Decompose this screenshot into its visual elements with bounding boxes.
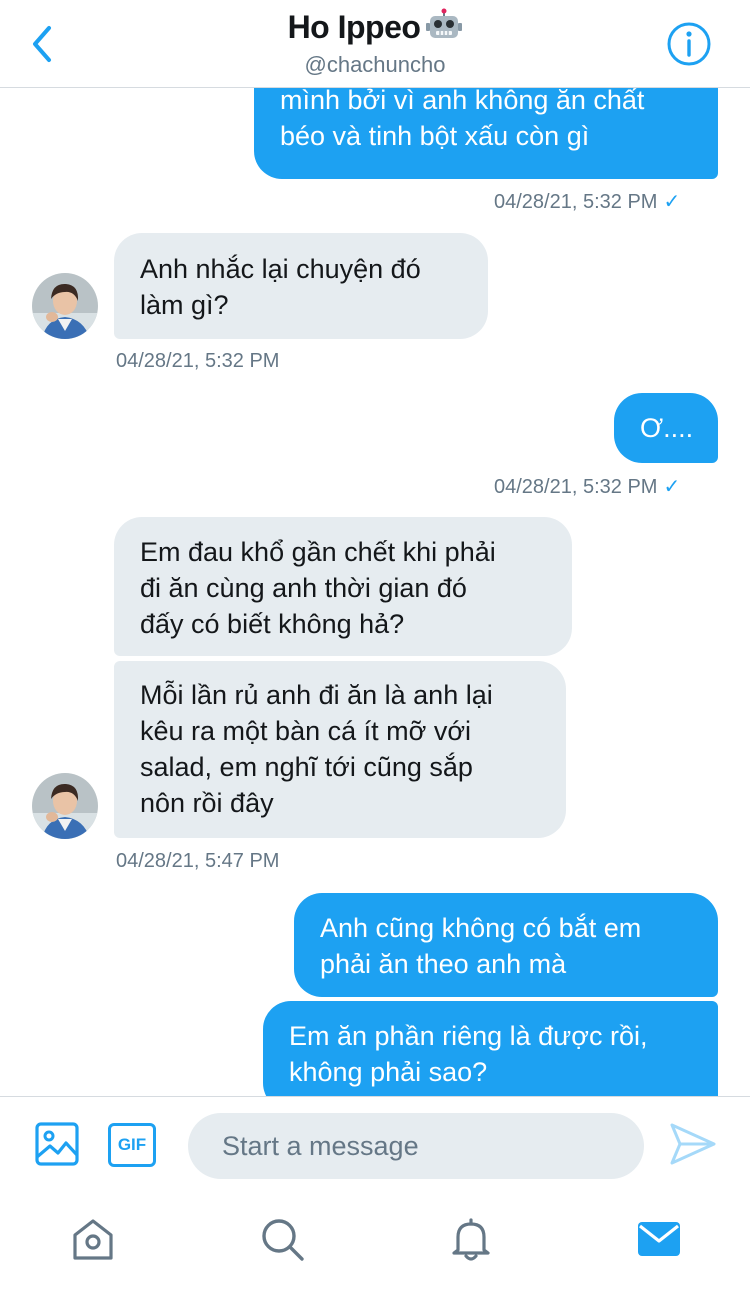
message-line: đấy có biết không hả?: [140, 609, 405, 639]
mail-icon: [638, 1222, 680, 1256]
message-line: không phải sao?: [289, 1057, 488, 1087]
message-line: Anh cũng không có bắt em: [320, 913, 642, 943]
send-icon: [670, 1123, 716, 1165]
contact-name: Ho Ippeo: [287, 9, 421, 45]
tab-notifications[interactable]: [446, 1214, 496, 1264]
robot-emoji-icon: [426, 8, 463, 50]
message-line: nôn rồi đây: [140, 788, 274, 818]
bottom-tab-bar: [0, 1196, 750, 1294]
message-line: đi ăn cùng anh thời gian đó: [140, 573, 467, 603]
message-line: Mỗi lần rủ anh đi ăn là anh lại: [140, 680, 493, 710]
message-line: Ơ....: [640, 413, 694, 443]
tab-home[interactable]: [68, 1214, 118, 1264]
message-bubble[interactable]: Mỗi lần rủ anh đi ăn là anh lại kêu ra m…: [114, 661, 566, 838]
message-timestamp: 04/28/21, 5:47 PM: [116, 850, 280, 872]
read-check-icon: ✓: [663, 191, 681, 213]
search-icon: [262, 1219, 304, 1261]
message-line: Anh nhắc lại chuyện đó: [140, 254, 421, 284]
info-icon: [667, 22, 711, 66]
message-line: Em đau khổ gần chết khi phải: [140, 537, 496, 567]
message-line: phải ăn theo anh mà: [320, 949, 567, 979]
message-input[interactable]: [188, 1113, 644, 1179]
message-bubble[interactable]: Em ăn phần riêng là được rồi, không phải…: [263, 1001, 718, 1096]
message-bubble[interactable]: Ơ....: [614, 393, 718, 463]
read-check-icon: ✓: [663, 476, 681, 498]
message-list[interactable]: mình bởi vì anh không ăn chất béo và tin…: [0, 88, 750, 1096]
info-button[interactable]: [666, 21, 712, 67]
message-line: mình bởi vì anh không ăn chất: [280, 88, 645, 115]
tab-search[interactable]: [257, 1214, 307, 1264]
message-line: béo và tinh bột xấu còn gì: [280, 121, 590, 151]
message-composer: GIF: [0, 1096, 750, 1196]
message-bubble[interactable]: Em đau khổ gần chết khi phải đi ăn cùng …: [114, 517, 572, 656]
conversation-header: Ho Ippeo @chachuncho: [0, 0, 750, 88]
avatar[interactable]: [32, 773, 98, 839]
add-gif-button[interactable]: GIF: [108, 1123, 156, 1167]
bell-icon: [452, 1218, 490, 1261]
message-line: kêu ra một bàn cá ít mỡ với: [140, 716, 472, 746]
send-button[interactable]: [668, 1121, 718, 1167]
home-icon: [73, 1219, 113, 1260]
message-line: làm gì?: [140, 290, 229, 320]
message-bubble[interactable]: mình bởi vì anh không ăn chất béo và tin…: [254, 88, 718, 179]
message-line: Em ăn phần riêng là được rồi,: [289, 1021, 648, 1051]
tab-messages[interactable]: [634, 1214, 684, 1264]
message-timestamp: 04/28/21, 5:32 PM ✓: [494, 476, 681, 498]
image-icon: [35, 1122, 79, 1166]
conversation-title[interactable]: Ho Ippeo: [0, 8, 750, 50]
message-timestamp: 04/28/21, 5:32 PM: [116, 350, 280, 372]
add-photo-button[interactable]: [34, 1121, 80, 1167]
avatar[interactable]: [32, 273, 98, 339]
contact-handle[interactable]: @chachuncho: [0, 52, 750, 78]
message-timestamp: 04/28/21, 5:32 PM ✓: [494, 191, 681, 213]
message-bubble[interactable]: Anh cũng không có bắt em phải ăn theo an…: [294, 893, 718, 997]
message-line: salad, em nghĩ tới cũng sắp: [140, 752, 473, 782]
message-bubble[interactable]: Anh nhắc lại chuyện đó làm gì?: [114, 233, 488, 339]
